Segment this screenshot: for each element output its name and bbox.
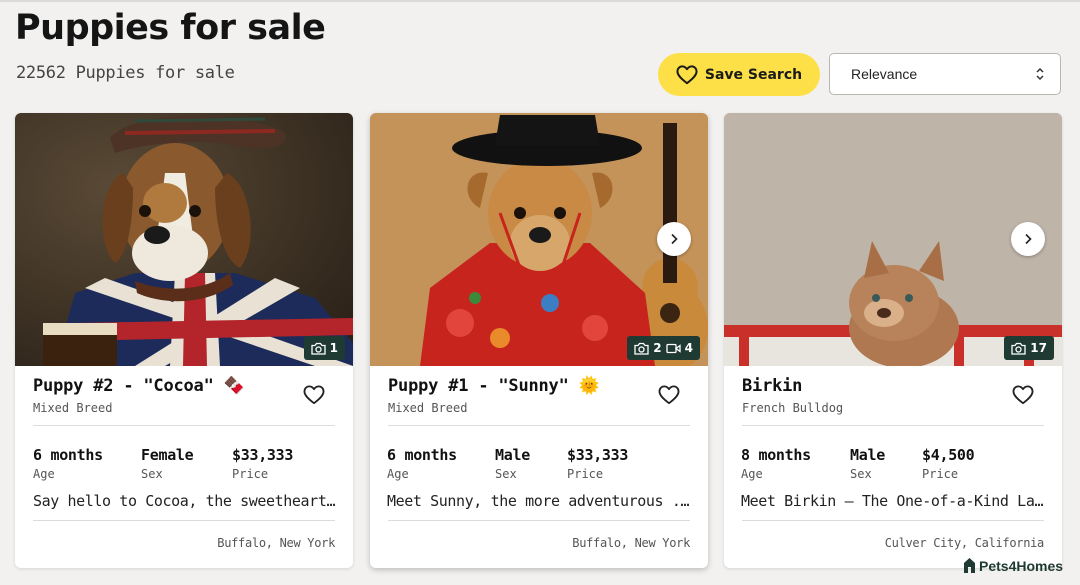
photo-count: 1 [329, 341, 338, 355]
listing-photo[interactable]: 17 [724, 113, 1062, 366]
media-count-badge: 2 4 [627, 336, 700, 360]
favorite-heart-icon[interactable] [1012, 385, 1034, 405]
favorite-heart-icon[interactable] [303, 385, 325, 405]
price-label: Price [232, 467, 269, 481]
sort-value: Relevance [851, 66, 918, 82]
listing-card[interactable]: 2 4 Puppy #1 - "Sunny" 🌞 Mixed Breed 6 m… [370, 113, 708, 568]
photo-count-badge: 17 [1004, 336, 1054, 360]
photo-count-badge: 1 [303, 336, 345, 360]
age-label: Age [387, 467, 409, 481]
divider [742, 520, 1044, 521]
divider [742, 425, 1044, 426]
brand-logo[interactable]: Pets4Homes [962, 557, 1063, 574]
next-photo-button[interactable] [1011, 222, 1045, 256]
listing-description: Say hello to Cocoa, the sweetheart o... [33, 492, 338, 510]
listing-description: Meet Sunny, the more adventurous ... [387, 492, 692, 510]
listing-card[interactable]: 17 Birkin French Bulldog 8 months Age Ma… [724, 113, 1062, 568]
save-search-button[interactable]: Save Search [658, 53, 820, 96]
price-label: Price [567, 467, 604, 481]
price-stat: $33,333 Price [567, 446, 628, 481]
photo-count: 17 [1030, 341, 1047, 355]
camera-icon [310, 342, 326, 355]
beagle-photo [15, 113, 353, 366]
age-value: 8 months [741, 446, 811, 464]
listing-description: Meet Birkin – The One-of-a-Kind La... [741, 492, 1046, 510]
sex-label: Sex [141, 467, 163, 481]
listing-title[interactable]: Birkin [742, 376, 802, 396]
age-label: Age [741, 467, 763, 481]
chevron-right-icon [1025, 233, 1032, 245]
sex-value: Male [495, 446, 530, 464]
sex-value: Female [141, 446, 194, 464]
listing-photo[interactable]: 2 4 [370, 113, 708, 366]
result-count: 22562 Puppies for sale [16, 63, 235, 83]
video-icon [665, 343, 681, 353]
sort-dropdown[interactable]: Relevance [829, 53, 1061, 95]
sort-arrows-icon [1036, 67, 1044, 81]
age-stat: 8 months Age [741, 446, 811, 481]
age-value: 6 months [33, 446, 103, 464]
listing-card[interactable]: 1 Puppy #2 - "Cocoa" 🍫 Mixed Breed 6 mon… [15, 113, 353, 568]
listing-location: Culver City, California [884, 536, 1045, 550]
sex-stat: Male Sex [495, 446, 530, 481]
age-stat: 6 months Age [33, 446, 103, 481]
chevron-right-icon [671, 233, 678, 245]
listing-breed: Mixed Breed [388, 401, 468, 415]
listing-title[interactable]: Puppy #1 - "Sunny" 🌞 [388, 376, 600, 396]
sex-value: Male [850, 446, 885, 464]
camera-icon [1011, 342, 1026, 355]
listing-breed: French Bulldog [742, 401, 844, 415]
save-search-label: Save Search [704, 66, 803, 83]
photo-count: 2 [653, 341, 662, 355]
divider [33, 520, 335, 521]
listing-breed: Mixed Breed [33, 401, 113, 415]
divider [388, 520, 690, 521]
pets4homes-logo-icon [964, 558, 975, 573]
camera-icon [634, 342, 649, 355]
listing-photo[interactable]: 1 [15, 113, 353, 366]
price-value: $33,333 [567, 446, 629, 464]
price-stat: $4,500 Price [922, 446, 975, 481]
video-count: 4 [684, 341, 693, 355]
sex-stat: Female Sex [141, 446, 194, 481]
favorite-heart-icon[interactable] [658, 385, 680, 405]
age-stat: 6 months Age [387, 446, 457, 481]
sex-stat: Male Sex [850, 446, 885, 481]
listing-location: Buffalo, New York [217, 536, 335, 550]
next-photo-button[interactable] [657, 222, 691, 256]
age-value: 6 months [387, 446, 457, 464]
age-label: Age [33, 467, 55, 481]
page-title: Puppies for sale [15, 8, 326, 48]
price-label: Price [922, 467, 959, 481]
divider [388, 425, 690, 426]
heart-icon [676, 64, 698, 84]
listing-title[interactable]: Puppy #2 - "Cocoa" 🍫 [33, 376, 245, 396]
listing-location: Buffalo, New York [572, 536, 690, 550]
price-value: $4,500 [922, 446, 975, 464]
price-value: $33,333 [232, 446, 294, 464]
sex-label: Sex [495, 467, 517, 481]
divider [33, 425, 335, 426]
top-border [0, 0, 1080, 2]
brand-name: Pets4Homes [979, 557, 1064, 574]
price-stat: $33,333 Price [232, 446, 293, 481]
sex-label: Sex [850, 467, 872, 481]
